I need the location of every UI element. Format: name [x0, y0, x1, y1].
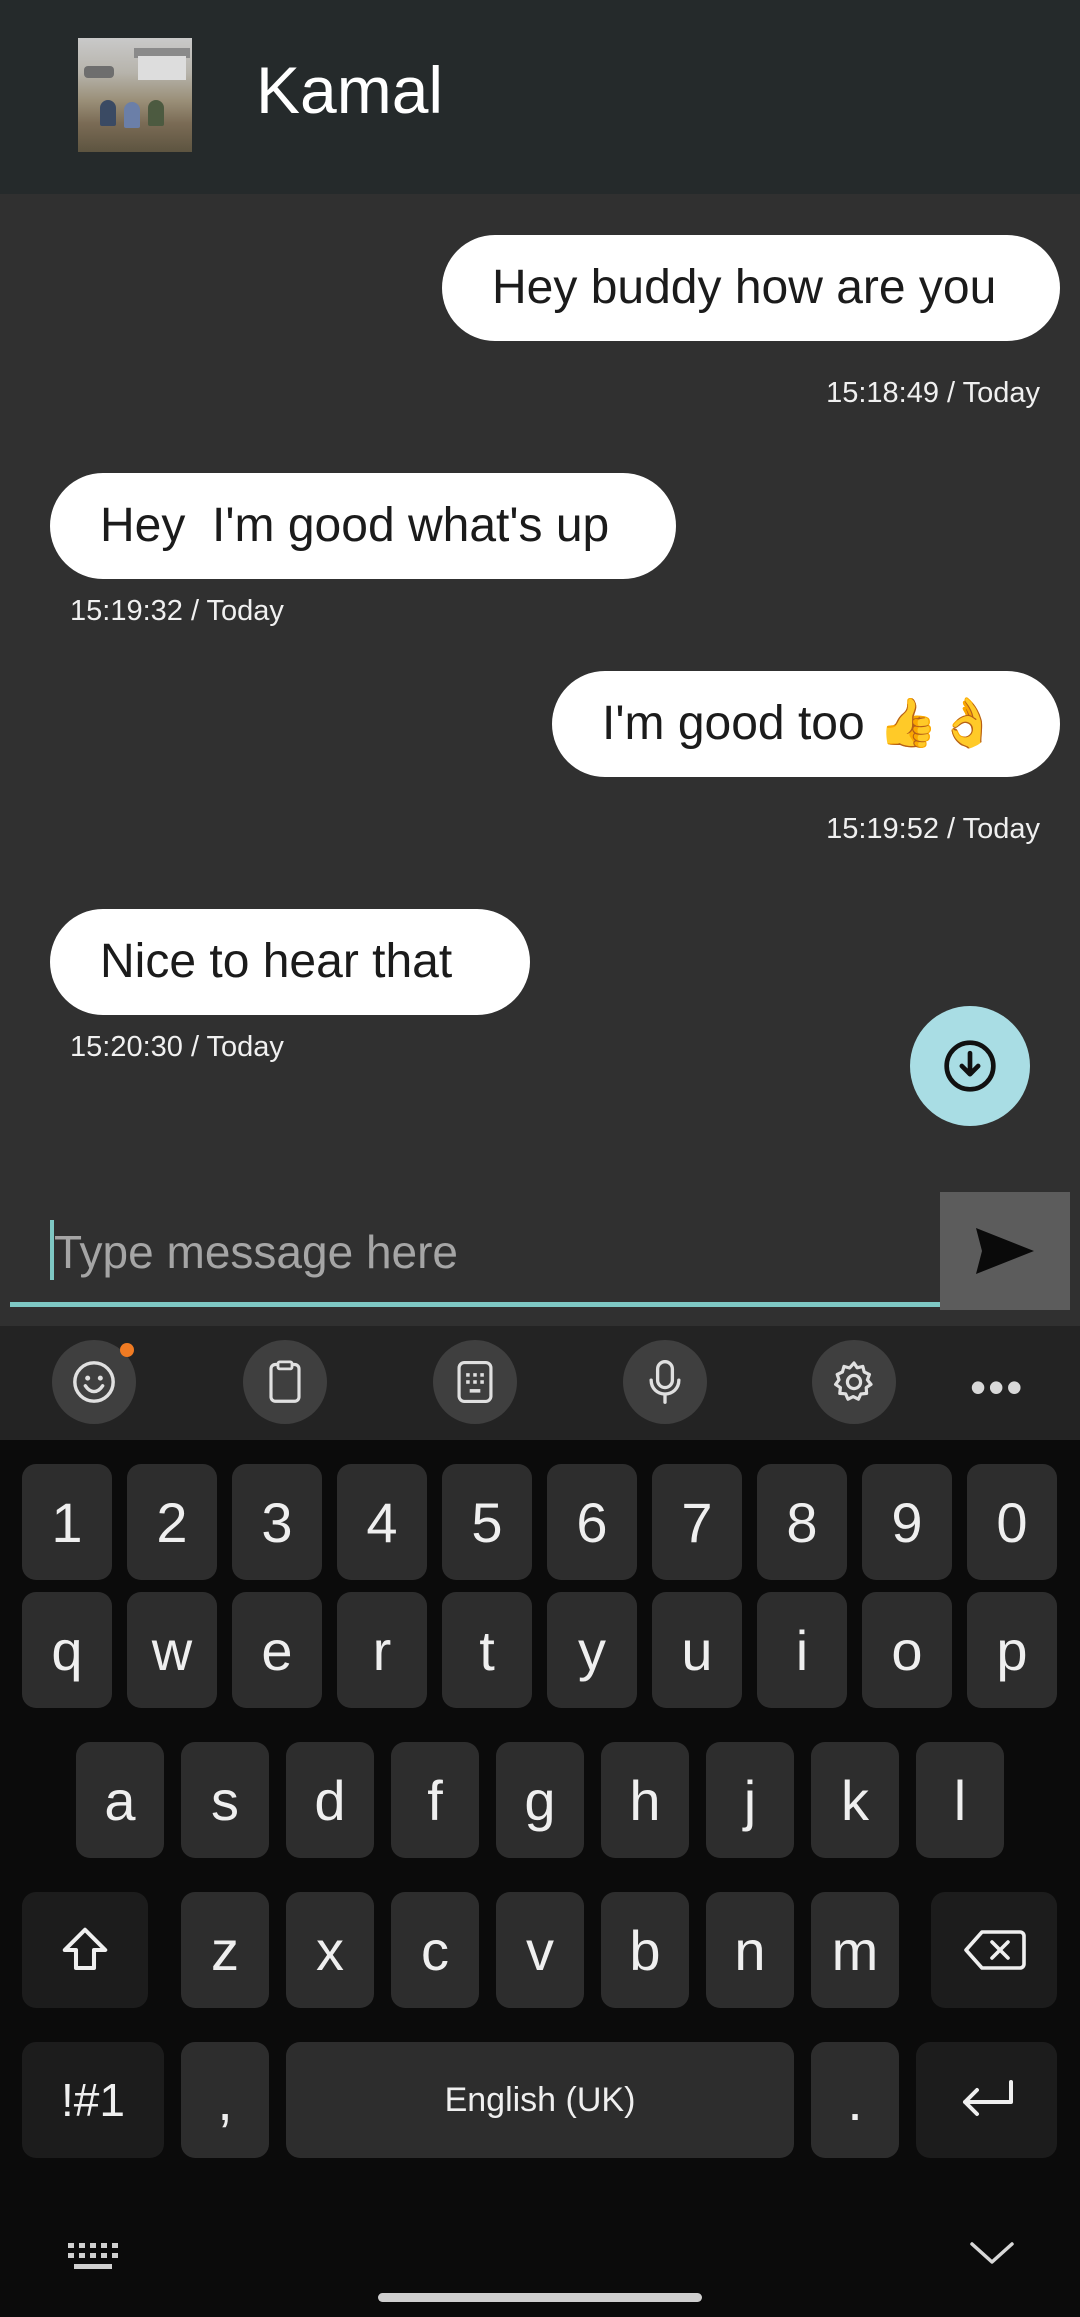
- message-timestamp: 15:19:32 / Today: [70, 595, 284, 627]
- key-h[interactable]: h: [601, 1742, 689, 1858]
- key-y[interactable]: y: [547, 1592, 637, 1708]
- contact-name[interactable]: Kamal: [256, 52, 443, 128]
- key-i[interactable]: i: [757, 1592, 847, 1708]
- key-u[interactable]: u: [652, 1592, 742, 1708]
- enter-icon: [962, 2080, 1013, 2116]
- key-z[interactable]: z: [181, 1892, 269, 2008]
- key-8[interactable]: 8: [757, 1464, 847, 1580]
- key-a[interactable]: a: [76, 1742, 164, 1858]
- avatar-photo-person: [124, 102, 140, 128]
- key-k[interactable]: k: [811, 1742, 899, 1858]
- voice-input-button[interactable]: [623, 1340, 707, 1424]
- avatar-photo-person: [100, 100, 116, 126]
- message-timestamp: 15:18:49 / Today: [826, 377, 1040, 409]
- enter-key[interactable]: [916, 2042, 1057, 2158]
- key-6[interactable]: 6: [547, 1464, 637, 1580]
- shift-icon: [62, 1927, 108, 1971]
- key-9[interactable]: 9: [862, 1464, 952, 1580]
- sent-message-bubble[interactable]: Hey buddy how are you: [442, 235, 1060, 341]
- clipboard-icon: [269, 1360, 301, 1403]
- emoji-icon: [73, 1361, 115, 1403]
- key-e[interactable]: e: [232, 1592, 322, 1708]
- key-o[interactable]: o: [862, 1592, 952, 1708]
- message-input-underline: [10, 1302, 940, 1307]
- clipboard-button[interactable]: [243, 1340, 327, 1424]
- key-q[interactable]: q: [22, 1592, 112, 1708]
- send-button[interactable]: [940, 1192, 1070, 1310]
- scroll-to-bottom-button[interactable]: [910, 1006, 1030, 1126]
- space-bar[interactable]: English (UK): [286, 2042, 794, 2158]
- keypad-icon: [457, 1360, 493, 1404]
- avatar-photo-person: [148, 100, 164, 126]
- message-timestamp: 15:19:52 / Today: [826, 813, 1040, 845]
- key-x[interactable]: x: [286, 1892, 374, 2008]
- backspace-icon: [964, 1930, 1026, 1970]
- period-key[interactable]: .: [811, 2042, 899, 2158]
- key-f[interactable]: f: [391, 1742, 479, 1858]
- avatar-photo-house: [138, 56, 186, 80]
- home-indicator[interactable]: [378, 2293, 702, 2302]
- key-3[interactable]: 3: [232, 1464, 322, 1580]
- key-1[interactable]: 1: [22, 1464, 112, 1580]
- key-t[interactable]: t: [442, 1592, 532, 1708]
- comma-key[interactable]: ,: [181, 2042, 269, 2158]
- microphone-icon: [649, 1360, 681, 1404]
- keypad-button[interactable]: [433, 1340, 517, 1424]
- key-j[interactable]: j: [706, 1742, 794, 1858]
- key-n[interactable]: n: [706, 1892, 794, 2008]
- keyboard-icon[interactable]: [68, 2243, 118, 2271]
- key-v[interactable]: v: [496, 1892, 584, 2008]
- key-w[interactable]: w: [127, 1592, 217, 1708]
- received-message-bubble[interactable]: Hey I'm good what's up: [50, 473, 676, 579]
- key-s[interactable]: s: [181, 1742, 269, 1858]
- message-input-placeholder[interactable]: Type message here: [54, 1225, 458, 1279]
- symbols-key[interactable]: !#1: [22, 2042, 164, 2158]
- sent-message-bubble[interactable]: I'm good too 👍👌: [552, 671, 1060, 777]
- shift-key[interactable]: [22, 1892, 148, 2008]
- key-l[interactable]: l: [916, 1742, 1004, 1858]
- key-p[interactable]: p: [967, 1592, 1057, 1708]
- key-d[interactable]: d: [286, 1742, 374, 1858]
- key-c[interactable]: c: [391, 1892, 479, 2008]
- key-m[interactable]: m: [811, 1892, 899, 2008]
- arrow-down-circle-icon: [944, 1040, 996, 1092]
- backspace-key[interactable]: [931, 1892, 1057, 2008]
- message-timestamp: 15:20:30 / Today: [70, 1031, 284, 1063]
- chevron-down-icon[interactable]: [968, 2238, 1016, 2268]
- key-r[interactable]: r: [337, 1592, 427, 1708]
- keyboard-toolbar: [0, 1326, 1080, 1440]
- received-message-bubble[interactable]: Nice to hear that: [50, 909, 530, 1015]
- key-b[interactable]: b: [601, 1892, 689, 2008]
- gear-icon: [834, 1361, 873, 1401]
- contact-avatar[interactable]: [78, 38, 192, 152]
- key-5[interactable]: 5: [442, 1464, 532, 1580]
- more-options-icon[interactable]: •••: [970, 1360, 1024, 1414]
- key-2[interactable]: 2: [127, 1464, 217, 1580]
- key-g[interactable]: g: [496, 1742, 584, 1858]
- key-4[interactable]: 4: [337, 1464, 427, 1580]
- notification-dot: [120, 1343, 134, 1357]
- key-7[interactable]: 7: [652, 1464, 742, 1580]
- key-0[interactable]: 0: [967, 1464, 1057, 1580]
- avatar-photo-car: [84, 66, 114, 78]
- send-icon: [976, 1228, 1034, 1274]
- keyboard-settings-button[interactable]: [812, 1340, 896, 1424]
